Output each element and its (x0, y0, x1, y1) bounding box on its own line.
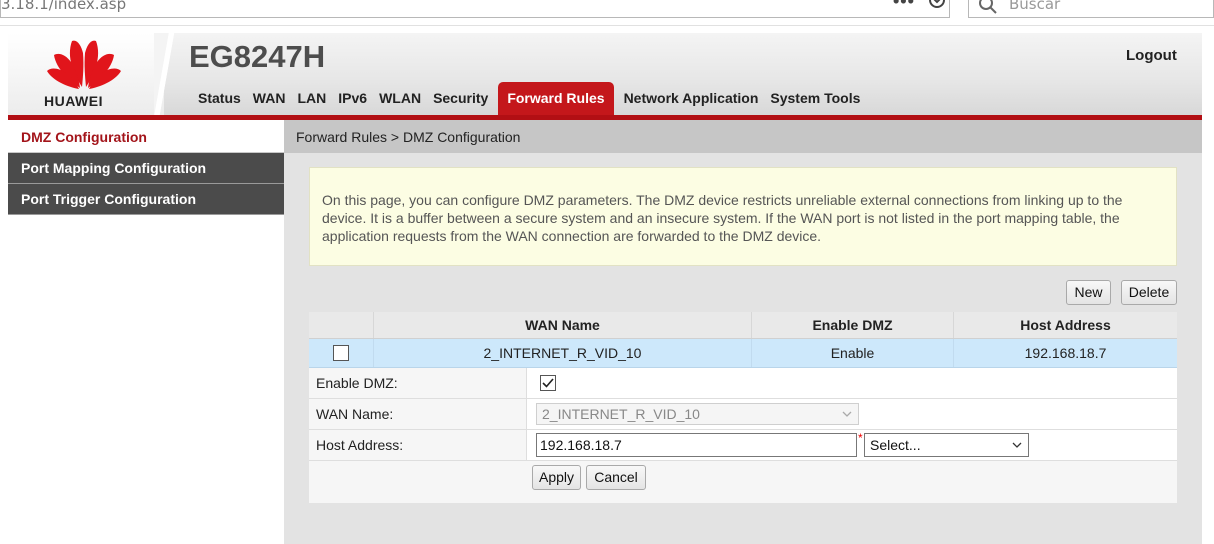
huawei-logo-icon (47, 40, 121, 89)
row-checkbox[interactable] (333, 344, 349, 361)
browser-search-box[interactable]: Buscar (968, 0, 1214, 18)
wan-name-label: WAN Name: (316, 406, 394, 422)
header-diagonal (154, 33, 176, 115)
header-enable-dmz: Enable DMZ (751, 312, 953, 338)
enable-dmz-row: Enable DMZ: (309, 368, 1177, 399)
form-actions: Apply Cancel (309, 461, 1177, 503)
tab-wan[interactable]: WAN (247, 82, 292, 115)
checkmark-icon (542, 378, 554, 388)
row-wan-name: 2_INTERNET_R_VID_10 (373, 339, 751, 367)
host-address-cell: 192.168.18.7 * Select... (526, 430, 1177, 460)
delete-button[interactable]: Delete (1121, 280, 1177, 305)
dmz-table: WAN Name Enable DMZ Host Address 2_INTER… (309, 312, 1177, 368)
sidebar: DMZ Configuration Port Mapping Configura… (8, 122, 284, 544)
new-button[interactable]: New (1066, 280, 1111, 305)
tab-security[interactable]: Security (427, 82, 494, 115)
apply-button[interactable]: Apply (532, 465, 581, 490)
main-nav: Status WAN LAN IPv6 WLAN Security Forwar… (192, 82, 866, 115)
row-enable-dmz: Enable (751, 339, 953, 367)
tab-wlan[interactable]: WLAN (373, 82, 427, 115)
host-address-label: Host Address: (316, 437, 404, 453)
host-address-row: Host Address: 192.168.18.7 * Select... (309, 430, 1177, 461)
search-placeholder: Buscar (1009, 0, 1061, 13)
tab-forward-rules[interactable]: Forward Rules (498, 82, 614, 115)
enable-dmz-cell (526, 368, 1177, 398)
row-host-address: 192.168.18.7 (953, 339, 1177, 367)
more-options-icon[interactable]: ••• (893, 0, 915, 12)
header-host-address: Host Address (953, 312, 1177, 338)
host-address-input[interactable]: 192.168.18.7 (536, 433, 857, 457)
wan-name-select-value: 2_INTERNET_R_VID_10 (542, 406, 700, 422)
row-select-cell (309, 339, 373, 367)
logout-link[interactable]: Logout (1126, 47, 1177, 64)
url-text: 3.18.1/index.asp (1, 0, 127, 13)
header-wan-name: WAN Name (373, 312, 751, 338)
tab-lan[interactable]: LAN (291, 82, 332, 115)
dmz-form: Enable DMZ: WAN Name: 2_INTERNET_R_VID_1… (309, 368, 1177, 503)
device-model: EG8247H (189, 39, 326, 74)
chrome-divider (0, 25, 1214, 26)
wan-name-row: WAN Name: 2_INTERNET_R_VID_10 (309, 399, 1177, 430)
chevron-down-icon (842, 411, 852, 417)
address-bar[interactable]: 3.18.1/index.asp ••• (0, 0, 950, 18)
brand-name: HUAWEI (44, 93, 103, 109)
host-device-select-value: Select... (870, 437, 921, 453)
wan-name-select: 2_INTERNET_R_VID_10 (536, 403, 859, 425)
sidebar-item-port-mapping[interactable]: Port Mapping Configuration (8, 153, 284, 184)
info-box: On this page, you can configure DMZ para… (309, 167, 1177, 266)
logo-area: HUAWEI (8, 33, 164, 115)
tab-network-application[interactable]: Network Application (618, 82, 765, 115)
wan-name-cell: 2_INTERNET_R_VID_10 (526, 399, 1177, 429)
pocket-icon[interactable] (927, 0, 947, 12)
tab-system-tools[interactable]: System Tools (764, 82, 866, 115)
header-select (309, 312, 373, 338)
sidebar-item-dmz-configuration[interactable]: DMZ Configuration (8, 122, 284, 153)
sidebar-item-port-trigger[interactable]: Port Trigger Configuration (8, 184, 284, 215)
host-device-select[interactable]: Select... (864, 433, 1029, 457)
table-row[interactable]: 2_INTERNET_R_VID_10 Enable 192.168.18.7 (309, 339, 1177, 368)
required-mark: * (858, 431, 863, 445)
chevron-down-icon (1012, 442, 1022, 448)
router-header: HUAWEI EG8247H Logout Status WAN LAN IPv… (8, 33, 1202, 115)
search-icon (979, 0, 997, 14)
main-content: Forward Rules > DMZ Configuration On thi… (284, 120, 1202, 544)
enable-dmz-checkbox[interactable] (540, 375, 556, 391)
enable-dmz-label: Enable DMZ: (316, 375, 398, 391)
breadcrumb: Forward Rules > DMZ Configuration (284, 120, 1202, 153)
tab-ipv6[interactable]: IPv6 (332, 82, 373, 115)
tab-status[interactable]: Status (192, 82, 247, 115)
table-header: WAN Name Enable DMZ Host Address (309, 312, 1177, 339)
cancel-button[interactable]: Cancel (586, 465, 646, 490)
